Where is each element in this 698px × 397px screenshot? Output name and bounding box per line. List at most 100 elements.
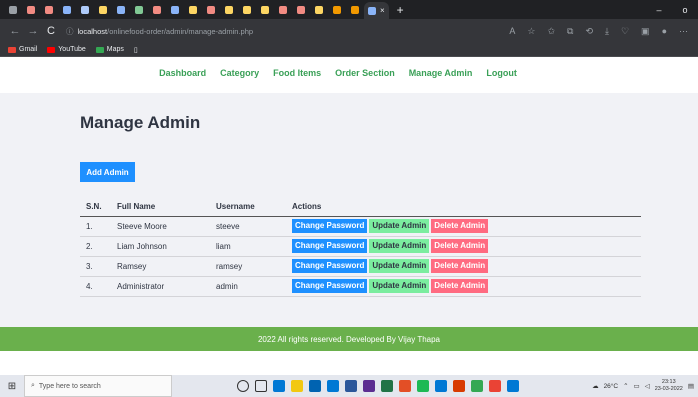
weather-temp[interactable]: 26°C bbox=[604, 383, 619, 390]
volume-icon[interactable]: ◁ bbox=[645, 382, 650, 390]
update-admin-button[interactable]: Update Admin bbox=[369, 239, 430, 253]
tab-favicon[interactable] bbox=[112, 2, 130, 17]
cell-username: admin bbox=[210, 276, 286, 297]
gmail-icon bbox=[8, 46, 16, 53]
mail-icon[interactable] bbox=[327, 380, 339, 392]
forward-button[interactable]: → bbox=[24, 25, 42, 37]
add-admin-button[interactable]: Add Admin bbox=[80, 162, 135, 182]
menu-food-items[interactable]: Food Items bbox=[273, 68, 321, 78]
heart-icon[interactable]: ♡ bbox=[621, 26, 629, 37]
menu-manage-admin[interactable]: Manage Admin bbox=[409, 68, 473, 78]
back-button[interactable]: ← bbox=[6, 25, 24, 37]
table-row: 3. Ramsey ramsey Change Password Update A… bbox=[80, 256, 641, 277]
footer: 2022 All rights reserved. Developed By V… bbox=[0, 327, 698, 351]
tab-favicon[interactable] bbox=[238, 2, 256, 17]
tab-favicon[interactable] bbox=[274, 2, 292, 17]
tab-favicon[interactable] bbox=[328, 2, 346, 17]
bookmark-maps[interactable]: Maps bbox=[95, 46, 124, 53]
tab-favicon[interactable] bbox=[310, 2, 328, 17]
app-icon[interactable] bbox=[507, 380, 519, 392]
chrome-icon[interactable] bbox=[399, 380, 411, 392]
file-explorer-icon[interactable] bbox=[291, 380, 303, 392]
info-icon[interactable]: ⓘ bbox=[66, 26, 74, 37]
new-tab-button[interactable]: + bbox=[397, 3, 404, 17]
extensions-icon[interactable]: ▣ bbox=[641, 26, 650, 37]
app-icon[interactable] bbox=[471, 380, 483, 392]
taskbar-apps bbox=[237, 380, 519, 392]
change-password-button[interactable]: Change Password bbox=[292, 219, 368, 233]
update-admin-button[interactable]: Update Admin bbox=[369, 279, 430, 293]
store-icon[interactable] bbox=[309, 380, 321, 392]
change-password-button[interactable]: Change Password bbox=[292, 259, 368, 273]
app-icon[interactable] bbox=[345, 380, 357, 392]
cortana-icon[interactable] bbox=[237, 380, 249, 392]
update-admin-button[interactable]: Update Admin bbox=[369, 259, 430, 273]
chevron-up-icon[interactable]: ⌃ bbox=[623, 382, 628, 390]
minimize-button[interactable]: – bbox=[646, 5, 672, 15]
menu-category[interactable]: Category bbox=[220, 68, 259, 78]
url-field[interactable]: ⓘ localhost/onlinefood-order/admin/manag… bbox=[66, 26, 509, 37]
search-placeholder: Type here to search bbox=[38, 382, 101, 390]
history-icon[interactable]: ⟲ bbox=[585, 26, 593, 37]
clock[interactable]: 23:13 23-03-2022 bbox=[655, 379, 683, 393]
delete-admin-button[interactable]: Delete Admin bbox=[431, 259, 489, 273]
bookmark-youtube[interactable]: YouTube bbox=[47, 46, 86, 53]
update-admin-button[interactable]: Update Admin bbox=[369, 219, 430, 233]
tab-favicon[interactable] bbox=[130, 2, 148, 17]
vscode-icon[interactable] bbox=[435, 380, 447, 392]
delete-admin-button[interactable]: Delete Admin bbox=[431, 219, 489, 233]
favorites-icon[interactable]: ✩ bbox=[547, 26, 555, 37]
tab-favicon[interactable] bbox=[40, 2, 58, 17]
tab-favicon[interactable] bbox=[22, 2, 40, 17]
maximize-button[interactable]: o bbox=[672, 5, 698, 15]
tab-favicon[interactable] bbox=[292, 2, 310, 17]
windows-start-icon[interactable]: ⊞ bbox=[0, 381, 24, 392]
youtube-icon bbox=[47, 46, 56, 53]
delete-admin-button[interactable]: Delete Admin bbox=[431, 239, 489, 253]
page: Dashboard Category Food Items Order Sect… bbox=[0, 57, 698, 375]
notification-icon[interactable]: ▤ bbox=[688, 382, 694, 390]
tab-favicon[interactable] bbox=[94, 2, 112, 17]
collections-icon[interactable]: ⧉ bbox=[567, 26, 573, 37]
delete-admin-button[interactable]: Delete Admin bbox=[431, 279, 489, 293]
admin-table: S.N. Full Name Username Actions 1. Steev… bbox=[80, 197, 641, 297]
change-password-button[interactable]: Change Password bbox=[292, 239, 368, 253]
tab-favicon[interactable] bbox=[4, 2, 22, 17]
change-password-button[interactable]: Change Password bbox=[292, 279, 368, 293]
menu-logout[interactable]: Logout bbox=[486, 68, 517, 78]
tab-favicon[interactable] bbox=[148, 2, 166, 17]
app-icon[interactable] bbox=[489, 380, 501, 392]
menu-order-section[interactable]: Order Section bbox=[335, 68, 395, 78]
tab-favicon[interactable] bbox=[166, 2, 184, 17]
download-icon[interactable]: ⤓ bbox=[605, 26, 609, 37]
tab-favicon[interactable] bbox=[256, 2, 274, 17]
tab-favicon[interactable] bbox=[58, 2, 76, 17]
bookmark-gmail[interactable]: Gmail bbox=[8, 46, 37, 53]
edge-icon[interactable] bbox=[273, 380, 285, 392]
favorite-icon[interactable]: ☆ bbox=[527, 26, 535, 37]
more-icon[interactable]: ⋯ bbox=[679, 26, 688, 37]
reload-button[interactable]: C bbox=[42, 25, 60, 37]
cell-actions: Change Password Update Admin Delete Admin bbox=[286, 256, 641, 277]
url-path: /onlinefood-order/admin/manage-admin.php bbox=[107, 26, 254, 36]
excel-icon[interactable] bbox=[381, 380, 393, 392]
active-tab[interactable]: × bbox=[364, 2, 389, 19]
bookmark-folder-icon[interactable]: ▯ bbox=[134, 46, 138, 54]
tab-favicon[interactable] bbox=[76, 2, 94, 17]
task-view-icon[interactable] bbox=[255, 380, 267, 392]
tab-favicon[interactable] bbox=[220, 2, 238, 17]
tab-favicon[interactable] bbox=[346, 2, 364, 17]
cell-username: ramsey bbox=[210, 256, 286, 277]
app-icon[interactable] bbox=[417, 380, 429, 392]
tab-favicon[interactable] bbox=[184, 2, 202, 17]
app-icon[interactable] bbox=[453, 380, 465, 392]
profile-icon[interactable]: ● bbox=[662, 26, 667, 37]
app-icon[interactable] bbox=[363, 380, 375, 392]
tab-favicon[interactable] bbox=[202, 2, 220, 17]
network-icon[interactable]: ▭ bbox=[634, 382, 640, 390]
taskbar-search[interactable]: ⌕ Type here to search bbox=[24, 375, 172, 397]
menu-dashboard[interactable]: Dashboard bbox=[159, 68, 206, 78]
system-tray: ☁ 26°C ⌃ ▭ ◁ 23:13 23-03-2022 ▤ bbox=[592, 379, 698, 393]
read-aloud-icon[interactable]: A bbox=[509, 26, 515, 37]
tab-close-icon[interactable]: × bbox=[380, 6, 385, 15]
